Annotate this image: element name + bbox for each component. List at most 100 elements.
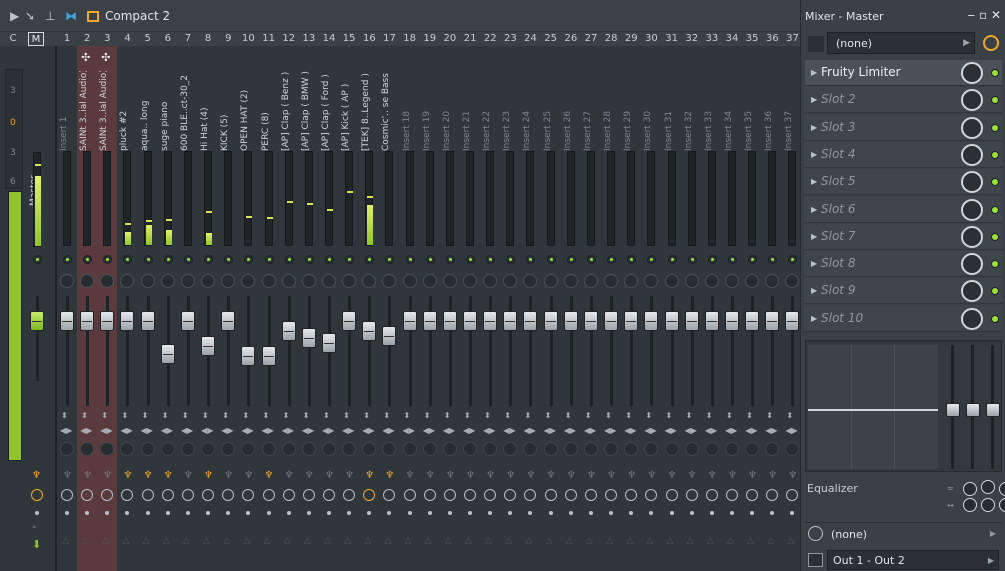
stereo-knob[interactable] — [160, 442, 175, 456]
pan-knob[interactable] — [543, 274, 558, 288]
slot-enable-led-icon[interactable] — [991, 205, 999, 214]
clock-icon[interactable] — [262, 489, 275, 501]
route-arrow-icon[interactable]: △ — [384, 536, 391, 546]
track-number[interactable]: 31 — [662, 32, 682, 46]
clock-icon[interactable] — [161, 489, 174, 501]
clock-icon[interactable] — [786, 489, 799, 501]
pan-knob[interactable] — [563, 274, 578, 288]
eq-knob[interactable] — [963, 482, 977, 496]
route-arrow-icon[interactable]: △ — [667, 536, 674, 546]
stereo-knob[interactable] — [301, 442, 316, 456]
mix-knob[interactable] — [961, 116, 983, 139]
stereo-knob[interactable] — [402, 442, 417, 456]
mixer-strip[interactable]: Insert 23 ⬍ ◀▶ ♆ △ — [500, 46, 520, 571]
stereo-knob[interactable] — [624, 442, 639, 456]
stereo-knob[interactable] — [704, 442, 719, 456]
mute-led-icon[interactable] — [284, 255, 294, 264]
stereo-knob[interactable] — [422, 442, 437, 456]
clock-icon[interactable] — [282, 489, 295, 501]
route-arrow-icon[interactable]: △ — [62, 536, 69, 546]
stereo-knob[interactable] — [745, 442, 760, 456]
left-right-arrows-icon[interactable]: ◀▶ — [483, 426, 495, 435]
volume-fader[interactable] — [563, 311, 578, 331]
up-down-arrows-icon[interactable]: ⬍ — [242, 411, 249, 420]
left-right-arrows-icon[interactable]: ◀▶ — [302, 426, 314, 435]
mute-led-icon[interactable] — [586, 255, 596, 264]
left-right-arrows-icon[interactable]: ◀▶ — [685, 426, 697, 435]
pan-knob[interactable] — [785, 274, 800, 288]
volume-fader[interactable] — [80, 311, 95, 331]
track-number[interactable]: 25 — [541, 32, 561, 46]
left-right-arrows-icon[interactable]: ◀▶ — [282, 426, 294, 435]
slot-enable-led-icon[interactable] — [991, 96, 999, 105]
track-number[interactable]: 12 — [279, 32, 299, 46]
pan-knob[interactable] — [120, 274, 135, 288]
mute-led-icon[interactable] — [365, 255, 375, 264]
track-number[interactable]: 5 — [138, 32, 158, 46]
mute-led-icon[interactable] — [727, 255, 737, 264]
mixer-strip[interactable]: Insert 22 ⬍ ◀▶ ♆ △ — [480, 46, 500, 571]
track-number[interactable]: 9 — [218, 32, 238, 46]
route-arrow-icon[interactable]: △ — [102, 536, 109, 546]
pan-knob[interactable] — [321, 274, 336, 288]
mute-led-icon[interactable] — [163, 255, 173, 264]
up-down-arrows-icon[interactable]: ⬍ — [585, 411, 592, 420]
sidechain-row[interactable]: (none) ▶ — [805, 522, 1002, 544]
volume-fader[interactable] — [140, 311, 155, 331]
up-down-arrows-icon[interactable]: ⬍ — [545, 411, 552, 420]
clock-icon[interactable] — [464, 489, 476, 501]
stereo-knob[interactable] — [664, 442, 679, 456]
left-right-arrows-icon[interactable]: ◀▶ — [241, 426, 253, 435]
clock-icon[interactable] — [322, 489, 335, 501]
tuner-icon[interactable]: ♆ — [567, 470, 576, 481]
mixer-strip[interactable]: Insert 1 ⬍ ◀▶ ♆ △ — [57, 46, 77, 571]
track-number[interactable]: 16 — [359, 32, 379, 46]
track-number[interactable]: 3 — [97, 32, 117, 46]
route-arrow-icon[interactable]: △ — [646, 536, 653, 546]
route-arrow-icon[interactable]: △ — [767, 536, 774, 546]
left-right-arrows-icon[interactable]: ◀▶ — [443, 426, 455, 435]
pan-knob[interactable] — [765, 274, 780, 288]
mix-knob[interactable] — [961, 253, 983, 276]
pan-knob[interactable] — [241, 274, 256, 288]
stereo-knob[interactable] — [120, 442, 135, 456]
left-right-arrows-icon[interactable]: ◀▶ — [665, 426, 677, 435]
left-right-arrows-icon[interactable]: ◀▶ — [100, 426, 112, 435]
volume-fader[interactable] — [765, 311, 780, 331]
volume-fader[interactable] — [281, 321, 296, 341]
clock-icon[interactable] — [242, 489, 255, 501]
left-right-arrows-icon[interactable]: ◀▶ — [161, 426, 173, 435]
window-buttons[interactable]: ‒ ▫ ✕ — [968, 8, 1001, 22]
clock-icon[interactable] — [61, 489, 73, 501]
volume-fader[interactable] — [483, 311, 498, 331]
latency-clock-icon[interactable] — [983, 35, 999, 51]
tuner-icon[interactable]: ♆ — [446, 470, 455, 481]
stereo-knob[interactable] — [644, 442, 659, 456]
volume-fader[interactable] — [100, 311, 115, 331]
stereo-knob[interactable] — [583, 442, 598, 456]
tuner-icon[interactable]: ♆ — [265, 470, 274, 481]
header-c[interactable]: C — [6, 32, 20, 46]
route-arrow-icon[interactable]: △ — [183, 536, 190, 546]
header-m[interactable]: M — [28, 32, 44, 46]
eq-fader-low[interactable] — [946, 345, 960, 469]
slot-enable-led-icon[interactable] — [991, 150, 999, 159]
track-number[interactable]: 11 — [259, 32, 279, 46]
up-down-arrows-icon[interactable]: ⬍ — [404, 411, 411, 420]
effect-slot[interactable]: ▶ Slot 9 — [805, 278, 1002, 305]
route-arrow-icon[interactable]: △ — [445, 536, 452, 546]
route-arrow-icon[interactable]: △ — [405, 536, 412, 546]
pan-knob[interactable] — [362, 274, 377, 288]
up-down-arrows-icon[interactable]: ⬍ — [605, 411, 612, 420]
bowtie-icon[interactable]: ⧓ — [65, 9, 77, 23]
left-right-arrows-icon[interactable]: ◀▶ — [725, 426, 737, 435]
mix-knob[interactable] — [961, 62, 983, 84]
volume-fader[interactable] — [523, 311, 538, 331]
mixer-strip[interactable]: Insert 27 ⬍ ◀▶ ♆ △ — [581, 46, 601, 571]
slot-enable-led-icon[interactable] — [991, 314, 999, 323]
mixer-strip[interactable]: Insert 35 ⬍ ◀▶ ♆ △ — [742, 46, 762, 571]
up-down-arrows-icon[interactable]: ⬍ — [363, 411, 370, 420]
left-right-arrows-icon[interactable]: ◀▶ — [765, 426, 777, 435]
up-down-arrows-icon[interactable]: ⬍ — [484, 411, 491, 420]
volume-fader[interactable] — [684, 311, 699, 331]
